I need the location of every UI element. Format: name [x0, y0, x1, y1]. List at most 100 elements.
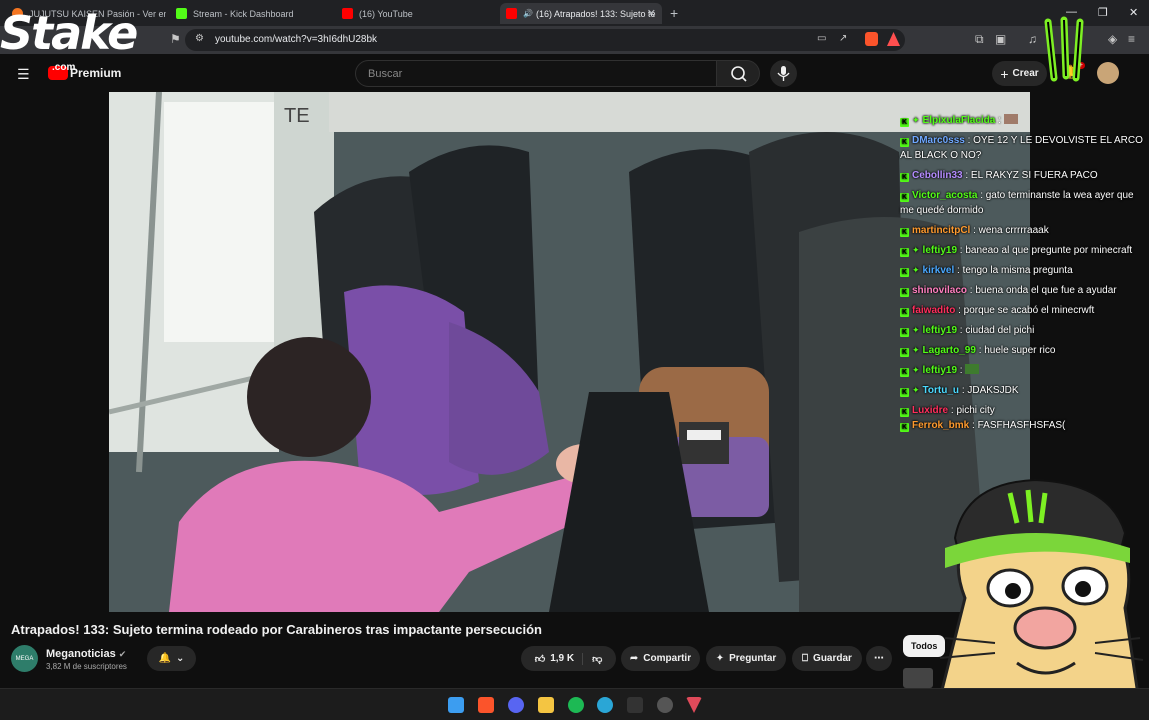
- screenshot-icon[interactable]: ▣: [995, 32, 1006, 46]
- chat-username: Victor_acosta: [912, 190, 978, 201]
- dislike-button[interactable]: 👎︎: [588, 653, 602, 665]
- tab-label: (16) YouTube: [359, 8, 413, 19]
- subscriber-badge-icon: ✦: [912, 115, 920, 125]
- tab-label: (16) Atrapados! 133: Sujeto te: [535, 8, 656, 19]
- tab-video-active[interactable]: 🔊 (16) Atrapados! 133: Sujeto te ✕: [500, 3, 662, 24]
- create-button[interactable]: + Crear: [992, 61, 1047, 86]
- voice-search-button[interactable]: [770, 60, 797, 87]
- chat-message: Kfaiwadito : porque se acabó el minecrwf…: [900, 303, 1149, 318]
- close-window-icon[interactable]: ✕: [1129, 6, 1138, 19]
- cast-icon[interactable]: ▭: [817, 33, 826, 44]
- chat-username: Luxidre: [912, 405, 949, 416]
- windows-taskbar: [0, 688, 1149, 720]
- tab-label: Stream - Kick Dashboard: [193, 8, 294, 19]
- emote-icon: [1003, 114, 1018, 124]
- file-explorer-icon[interactable]: [538, 697, 554, 713]
- start-menu-icon[interactable]: [448, 697, 464, 713]
- chat-text: : ciudad del pichi: [959, 325, 1035, 336]
- thumbs-down-icon: 👎︎: [592, 653, 603, 665]
- bell-icon: 🔔: [158, 653, 172, 664]
- save-button[interactable]: ⎕ Guardar: [792, 646, 862, 671]
- chat-message: Kshinovilaco : buena onda el que fue a a…: [900, 283, 1149, 298]
- kick-badge-icon: K: [900, 348, 909, 357]
- subscriber-badge-icon: ✦: [912, 385, 920, 395]
- more-actions-button[interactable]: ⋯: [866, 646, 892, 671]
- chat-text: : buena onda el que fue a ayudar: [969, 285, 1117, 296]
- stake-logo-suffix: .com: [52, 62, 76, 73]
- chat-username: Tortu_u: [922, 385, 960, 396]
- video-player[interactable]: TE: [109, 92, 1030, 612]
- user-avatar[interactable]: [1097, 62, 1119, 84]
- site-info-icon[interactable]: ⚙: [195, 33, 204, 44]
- url-box[interactable]: ⚙ youtube.com/watch?v=3hI6dhU28bk ▭ ↗: [185, 29, 905, 51]
- like-button[interactable]: 👍︎ 1,9 K: [535, 652, 584, 665]
- close-tab-icon[interactable]: ✕: [647, 7, 656, 20]
- tab-kick-dashboard[interactable]: Stream - Kick Dashboard: [170, 3, 330, 24]
- microphone-icon: [777, 66, 790, 81]
- maximize-icon[interactable]: ❐: [1098, 6, 1108, 19]
- kick-badge-icon: K: [900, 368, 909, 377]
- youtube-icon: [506, 8, 517, 19]
- chat-message: K ✦ leftiy19 : baneao al que pregunte por …: [900, 243, 1149, 258]
- new-tab-button[interactable]: +: [670, 5, 678, 21]
- chat-username: leftiy19: [922, 245, 958, 256]
- chat-text: : FASFHASFHSFAS(: [972, 420, 1066, 431]
- chat-text: : pichi city: [950, 405, 995, 416]
- kick-icon: [176, 8, 187, 19]
- share-icon[interactable]: ↗: [839, 33, 847, 44]
- chat-message: K ✦ Tortu_u : JDAKSJDK: [900, 383, 1149, 398]
- edge-icon[interactable]: [597, 697, 613, 713]
- chat-username: Lagarto_99: [922, 345, 976, 356]
- ask-button[interactable]: ✦ Preguntar: [706, 646, 786, 671]
- channel-avatar[interactable]: MEGA: [11, 645, 38, 672]
- chat-username: ElpixulaFlacida: [922, 115, 996, 126]
- brave-rewards-icon[interactable]: [887, 32, 900, 46]
- share-arrow-icon: ➦: [629, 653, 639, 664]
- chat-message: K Luxidre : pichi city: [900, 403, 1149, 418]
- tab-youtube[interactable]: (16) YouTube: [336, 3, 496, 24]
- search-button[interactable]: [716, 60, 760, 87]
- bookmark-icon[interactable]: ⚑: [170, 32, 181, 46]
- spotify-icon[interactable]: [568, 697, 584, 713]
- share-button[interactable]: ➦ Compartir: [621, 646, 700, 671]
- stake-logo: Stake: [0, 6, 138, 60]
- subscriber-badge-icon: ✦: [912, 245, 920, 255]
- valorant-icon[interactable]: [686, 697, 702, 713]
- chat-message: K Cebollin33 : EL RAKYZ SI FUERA PACO: [900, 168, 1149, 183]
- chat-message: K ✦ ElpixulaFlacida :: [900, 113, 1149, 128]
- obs-icon[interactable]: [657, 697, 673, 713]
- monster-energy-logo-icon: [1044, 16, 1084, 82]
- extensions-icon[interactable]: ⧉: [975, 32, 984, 47]
- media-icon[interactable]: ♫: [1028, 32, 1037, 46]
- vpn-icon[interactable]: ◈: [1108, 32, 1117, 46]
- brave-browser-icon[interactable]: [478, 697, 494, 713]
- menu-icon[interactable]: ≡: [1128, 32, 1135, 46]
- chat-message: K Ferrok_bmk : FASFHASFHSFAS(: [900, 418, 1149, 433]
- graffiti-text: TE: [284, 105, 310, 127]
- chat-username: shinovilaco: [912, 285, 968, 296]
- premium-label: Premium: [70, 66, 122, 80]
- emote-icon: [965, 364, 980, 374]
- chat-text: :: [998, 115, 1001, 126]
- youtube-header: ☰ Premium Buscar + Crear 🔔 9+: [0, 54, 1149, 92]
- save-label: Guardar: [813, 653, 852, 664]
- discord-icon[interactable]: [508, 697, 524, 713]
- brave-shields-icon[interactable]: [865, 32, 878, 46]
- url-text: youtube.com/watch?v=3hI6dhU28bk: [215, 34, 378, 45]
- video-frame: TE: [109, 92, 1030, 612]
- kick-badge-icon: K: [900, 173, 909, 182]
- ask-label: Preguntar: [729, 653, 777, 664]
- chat-username: kirkvel: [922, 265, 955, 276]
- like-count: 1,9 K: [550, 653, 575, 664]
- chat-username: martincitpCl: [912, 225, 971, 236]
- app-icon[interactable]: [627, 697, 643, 713]
- chat-text: : EL RAKYZ SI FUERA PACO: [965, 170, 1098, 181]
- youtube-icon: [342, 8, 353, 19]
- subscriber-count: 3,82 M de suscriptores: [46, 662, 127, 671]
- search-input[interactable]: Buscar: [355, 60, 717, 87]
- chat-username: leftiy19: [922, 365, 958, 376]
- hamburger-menu-icon[interactable]: ☰: [17, 66, 30, 83]
- cat-mascot-overlay: [933, 478, 1144, 720]
- notification-bell-button[interactable]: 🔔 ⌄: [147, 646, 196, 671]
- channel-name[interactable]: Meganoticias ✔: [46, 648, 126, 660]
